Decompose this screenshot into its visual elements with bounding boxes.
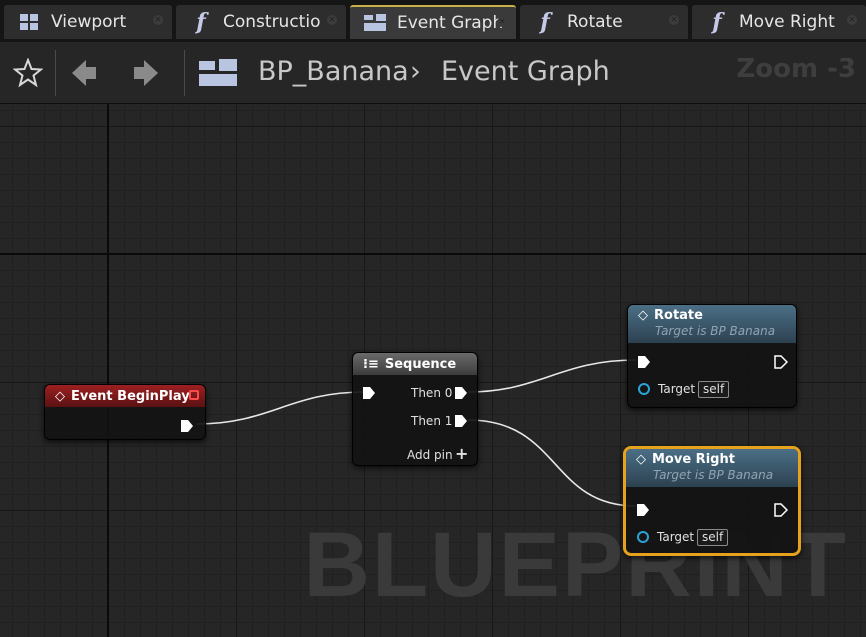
tab-construction-script[interactable]: f Constructio × — [176, 5, 346, 39]
node-sequence[interactable]: ⁝≡ Sequence Then 0 Then 1 Add pin + — [352, 352, 478, 466]
graph-type-icon-button — [198, 54, 238, 92]
pin-label-then-1: Then 1 — [411, 414, 453, 428]
toolbar-divider — [184, 50, 185, 96]
tab-label: Constructio — [223, 12, 321, 32]
event-graph-icon — [364, 12, 386, 34]
close-icon[interactable]: × — [497, 17, 507, 27]
tab-move-right[interactable]: f Move Right × — [692, 5, 866, 39]
node-header: ⁝≡ Sequence — [353, 353, 477, 375]
wire-then1-to-move-right — [467, 419, 637, 507]
target-label: Target — [657, 530, 695, 544]
node-header: ◇ Rotate Target is BP Banana — [628, 305, 796, 343]
tab-viewport[interactable]: Viewport × — [4, 5, 172, 39]
event-diamond-icon: ◇ — [55, 388, 65, 404]
tab-label: Event Graph — [397, 13, 504, 33]
node-event-beginplay[interactable]: ◇ Event BeginPlay — [44, 384, 206, 440]
node-title: Sequence — [384, 356, 457, 372]
node-rotate[interactable]: ◇ Rotate Target is BP Banana Target self — [627, 304, 797, 408]
node-header: ◇ Move Right Target is BP Banana — [626, 449, 798, 487]
target-value-self[interactable]: self — [698, 381, 730, 398]
event-graph-icon — [199, 59, 237, 86]
back-button[interactable] — [64, 54, 104, 92]
function-diamond-icon: ◇ — [638, 308, 648, 323]
node-title: Event BeginPlay — [71, 388, 190, 404]
node-subtitle: Target is BP Banana — [655, 324, 776, 338]
star-icon — [13, 58, 43, 88]
graph-canvas[interactable]: BLUEPRINT ◇ Event BeginPlay ⁝≡ Sequence … — [0, 104, 866, 637]
favorite-button[interactable] — [8, 54, 48, 92]
pin-label-then-0: Then 0 — [411, 386, 453, 400]
plus-icon[interactable]: + — [455, 444, 468, 463]
viewport-icon — [18, 11, 40, 33]
forward-button[interactable] — [126, 54, 166, 92]
back-arrow-icon — [72, 60, 96, 86]
target-label: Target — [658, 382, 696, 396]
node-title: Move Right — [652, 452, 735, 467]
close-icon[interactable]: × — [153, 15, 163, 25]
wire-then0-to-rotate — [467, 359, 637, 393]
node-header: ◇ Event BeginPlay — [45, 385, 205, 407]
node-move-right[interactable]: ◇ Move Right Target is BP Banana Target … — [623, 446, 801, 556]
toolbar-divider — [55, 50, 56, 96]
node-subtitle: Target is BP Banana — [653, 468, 774, 482]
close-icon[interactable]: × — [327, 15, 337, 25]
node-title: Rotate — [654, 308, 703, 323]
target-object-pin[interactable] — [637, 531, 649, 543]
function-icon: f — [712, 9, 722, 35]
tab-rotate[interactable]: f Rotate × — [520, 5, 688, 39]
target-value-self[interactable]: self — [697, 529, 729, 546]
function-icon: f — [540, 9, 550, 35]
breadcrumb-graph: Event Graph — [441, 56, 610, 87]
forward-arrow-icon — [134, 60, 158, 86]
tab-event-graph[interactable]: Event Graph × — [350, 5, 516, 39]
function-icon: f — [196, 9, 206, 35]
tab-label: Viewport — [51, 12, 127, 32]
function-diamond-icon: ◇ — [636, 452, 646, 467]
document-tab-bar: Viewport × f Constructio × Event Graph ×… — [0, 0, 866, 42]
graph-toolbar: BP_Banana › Event Graph Zoom -3 — [0, 42, 866, 104]
stop-icon — [189, 390, 199, 400]
add-pin-label[interactable]: Add pin — [407, 448, 453, 462]
close-icon[interactable]: × — [669, 15, 679, 25]
breadcrumb-chevron-icon: › — [410, 56, 421, 87]
tab-label: Move Right — [739, 12, 835, 32]
wire-beginplay-to-sequence — [196, 391, 365, 425]
zoom-level: Zoom -3 — [736, 54, 856, 84]
sequence-icon: ⁝≡ — [363, 356, 379, 372]
breadcrumb-blueprint[interactable]: BP_Banana — [258, 56, 409, 87]
target-object-pin[interactable] — [638, 383, 650, 395]
close-icon[interactable]: × — [847, 15, 857, 25]
tab-label: Rotate — [567, 12, 623, 32]
